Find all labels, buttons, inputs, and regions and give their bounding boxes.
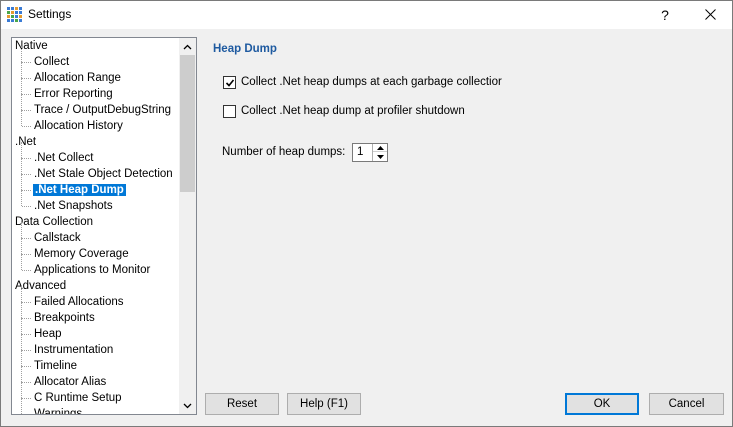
tree-item-label: Applications to Monitor: [34, 264, 151, 276]
tree-item-label: .Net: [15, 136, 37, 148]
collect-at-shutdown-checkbox[interactable]: [223, 104, 236, 118]
spinner-buttons: [372, 144, 387, 161]
tree-item[interactable]: Allocator Alias: [12, 366, 180, 390]
collect-each-gc-label[interactable]: Collect .Net heap dumps at each garbage …: [241, 76, 502, 88]
tree-item-label: Breakpoints: [34, 312, 95, 324]
tree-item-label: Failed Allocations: [34, 296, 124, 308]
reset-button[interactable]: Reset: [205, 393, 279, 415]
tree-item-label: .Net Heap Dump: [33, 184, 126, 196]
tree-item[interactable]: Trace / OutputDebugString: [12, 94, 180, 118]
tree-scrollbar[interactable]: [179, 38, 196, 414]
ok-button[interactable]: OK: [565, 393, 639, 415]
tree-item[interactable]: .Net Stale Object Detection: [12, 158, 180, 182]
num-heap-dumps-value[interactable]: 1: [357, 146, 363, 158]
scroll-thumb[interactable]: [180, 55, 195, 192]
tree-item-label: Heap: [34, 328, 62, 340]
tree-item[interactable]: Timeline: [12, 350, 180, 374]
tree-item-label: Timeline: [34, 360, 78, 372]
tree-item-label: Allocation Range: [34, 72, 121, 84]
tree-item[interactable]: Instrumentation: [12, 334, 180, 358]
tree-item[interactable]: Error Reporting: [12, 78, 180, 102]
tree-item-label: Warnings: [34, 408, 83, 415]
tree-item[interactable]: Collect: [12, 46, 180, 70]
tree-item[interactable]: Callstack: [12, 222, 180, 246]
tree-item[interactable]: Memory Coverage: [12, 238, 180, 262]
triangle-down-icon: [376, 155, 384, 159]
check-icon: [225, 78, 235, 87]
tree-item-label: .Net Collect: [34, 152, 94, 164]
tree-item-label: .Net Stale Object Detection: [34, 168, 173, 180]
close-button[interactable]: [689, 1, 733, 29]
tree-item-label: Trace / OutputDebugString: [34, 104, 172, 116]
help-f1-button[interactable]: Help (F1): [287, 393, 361, 415]
section-title: Heap Dump: [213, 43, 277, 55]
settings-tree[interactable]: Native Collect Allocation Range Error Repor…: [11, 37, 197, 415]
tree-item-label: Native: [15, 40, 48, 52]
cancel-button[interactable]: Cancel: [649, 393, 724, 415]
tree-item[interactable]: .Net Collect: [12, 142, 180, 166]
tree-item-label: Allocation History: [34, 120, 123, 132]
tree-item-label: Instrumentation: [34, 344, 114, 356]
tree-item-label: Data Collection: [15, 216, 93, 228]
close-icon: [705, 9, 716, 20]
tree-item-label: C Runtime Setup: [34, 392, 122, 404]
num-heap-dumps-spinner[interactable]: 1: [352, 143, 388, 162]
num-heap-dumps-label: Number of heap dumps:: [222, 146, 346, 158]
title-bar[interactable]: Settings ?: [1, 1, 732, 29]
help-button[interactable]: ?: [647, 1, 683, 29]
tree-item[interactable]: Allocation History: [12, 110, 180, 134]
tree-item[interactable]: .Net Heap Dump: [12, 174, 180, 198]
window-title: Settings: [28, 7, 72, 21]
tree-item[interactable]: Heap: [12, 318, 180, 342]
collect-each-gc-row[interactable]: Collect .Net heap dumps at each garbage …: [223, 74, 502, 90]
tree-category[interactable]: Data Collection: [12, 214, 180, 230]
tree-item[interactable]: Allocation Range: [12, 62, 180, 86]
scroll-up-button[interactable]: [179, 38, 196, 55]
tree-category[interactable]: Advanced: [12, 278, 180, 294]
tree-item-label: Error Reporting: [34, 88, 113, 100]
tree-item-label: Collect: [34, 56, 70, 68]
collect-at-shutdown-label[interactable]: Collect .Net heap dump at profiler shutd…: [241, 105, 465, 117]
tree-category[interactable]: .Net: [12, 134, 180, 150]
tree-item[interactable]: Applications to Monitor: [12, 254, 180, 278]
tree-item[interactable]: Warnings: [12, 398, 180, 415]
tree-item-label: .Net Snapshots: [34, 200, 113, 212]
spin-up-button[interactable]: [373, 144, 387, 152]
chevron-up-icon: [183, 44, 192, 49]
tree-items: Native Collect Allocation Range Error Repor…: [12, 38, 180, 415]
tree-category[interactable]: Native: [12, 38, 180, 54]
spin-down-button[interactable]: [373, 153, 387, 161]
triangle-up-icon: [376, 145, 384, 150]
collect-each-gc-checkbox[interactable]: [223, 75, 236, 89]
chevron-down-icon: [183, 403, 192, 408]
app-grid-icon: [7, 7, 22, 22]
scroll-down-button[interactable]: [179, 397, 196, 414]
settings-dialog: Settings ? Native Collect Allocation Range…: [0, 0, 733, 427]
tree-item[interactable]: .Net Snapshots: [12, 190, 180, 214]
tree-item-label: Allocator Alias: [34, 376, 107, 388]
tree-item-label: Callstack: [34, 232, 81, 244]
tree-item[interactable]: Failed Allocations: [12, 286, 180, 310]
tree-item-label: Memory Coverage: [34, 248, 129, 260]
collect-at-shutdown-row[interactable]: Collect .Net heap dump at profiler shutd…: [223, 103, 465, 119]
tree-item[interactable]: C Runtime Setup: [12, 382, 180, 406]
tree-item[interactable]: Breakpoints: [12, 302, 180, 326]
